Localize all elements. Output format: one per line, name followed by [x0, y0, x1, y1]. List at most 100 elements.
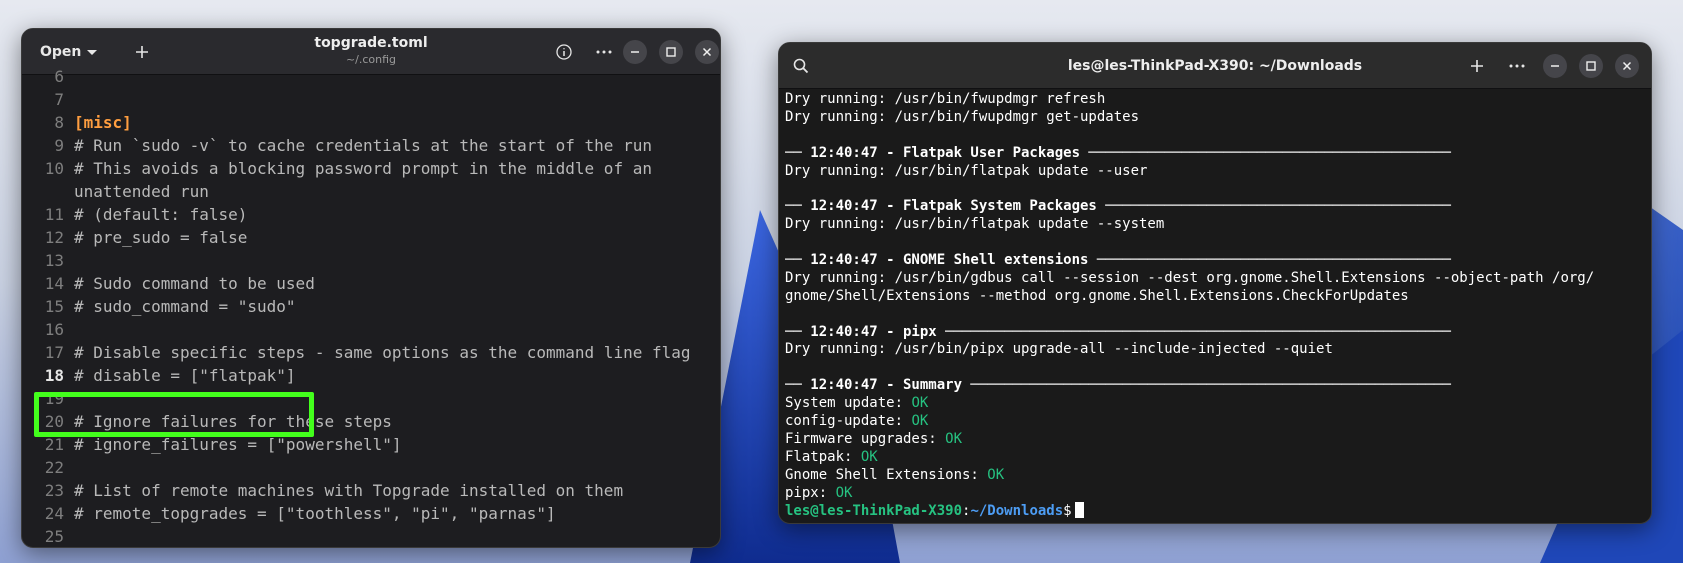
terminal-headerbar: les@les-ThinkPad-X390: ~/Downloads: [779, 43, 1651, 89]
output-line: Dry running: /usr/bin/flatpak update --u…: [785, 162, 1148, 179]
editor-line[interactable]: 15 # sudo_command = "sudo": [22, 295, 720, 318]
maximize-button[interactable]: [659, 40, 683, 64]
output-line: gnome/Shell/Extensions --method org.gnom…: [785, 287, 1409, 304]
step-header: ── 12:40:47 - Flatpak System Packages ──…: [785, 198, 1451, 215]
status-badge: OK: [860, 448, 878, 465]
terminal-menu-button[interactable]: [1503, 52, 1531, 80]
step-header: ── 12:40:47 - Summary ──────────────────…: [785, 377, 1451, 394]
plus-icon: [1471, 60, 1483, 72]
editor-line[interactable]: 8 [misc]: [22, 111, 720, 134]
line-number: 10: [44, 159, 64, 178]
editor-line[interactable]: 10 # This avoids a blocking password prom…: [22, 157, 720, 180]
new-tab-button[interactable]: [1463, 52, 1491, 80]
text-editor-window: Open topgrade.toml ~/.config 6 7 8 [misc] 9 #…: [21, 28, 721, 548]
more-dots-icon: [1509, 64, 1525, 68]
main-menu-button[interactable]: [590, 38, 618, 66]
output-line: Dry running: /usr/bin/flatpak update --s…: [785, 216, 1165, 233]
line-text: # remote_topgrades = ["toothless", "pi",…: [74, 504, 556, 523]
minimize-button[interactable]: [623, 40, 647, 64]
summary-row: System update: OK: [785, 395, 1645, 413]
line-text: # Sudo command to be used: [74, 274, 315, 293]
line-number: 18: [44, 366, 64, 385]
summary-row: Firmware upgrades: OK: [785, 431, 1645, 449]
prompt-symbol: $: [1063, 503, 1072, 520]
maximize-icon: [1586, 61, 1596, 71]
line-number: 6: [54, 67, 64, 86]
editor-line[interactable]: 21 # ignore_failures = ["powershell"]: [22, 433, 720, 456]
document-info-button[interactable]: [550, 38, 578, 66]
minimize-button[interactable]: [1543, 54, 1567, 78]
step-header: ── 12:40:47 - GNOME Shell extensions ───…: [785, 252, 1451, 269]
line-number: 19: [44, 389, 64, 408]
search-button[interactable]: [787, 52, 815, 80]
shell-prompt[interactable]: les@les-ThinkPad-X390:~/Downloads$: [785, 502, 1645, 520]
summary-label: Firmware upgrades:: [785, 430, 946, 447]
editor-line[interactable]: 19: [22, 387, 720, 410]
editor-line[interactable]: 16: [22, 318, 720, 341]
plus-icon: [136, 46, 148, 58]
status-badge: OK: [945, 430, 963, 447]
output-line: Dry running: /usr/bin/fwupdmgr get-updat…: [785, 108, 1140, 125]
open-button-label: Open: [40, 44, 82, 60]
terminal-window: les@les-ThinkPad-X390: ~/Downloads Dry r…: [778, 42, 1652, 524]
line-number: 24: [44, 504, 64, 523]
summary-label: config-update:: [785, 413, 912, 430]
summary-row: Gnome Shell Extensions: OK: [785, 467, 1645, 485]
editor-line[interactable]: 9 # Run `sudo -v` to cache credentials at…: [22, 134, 720, 157]
line-number: 11: [44, 205, 64, 224]
maximize-icon: [666, 47, 676, 57]
chevron-down-icon: [87, 49, 98, 55]
editor-line[interactable]: 23 # List of remote machines with Topgrad…: [22, 479, 720, 502]
editor-line[interactable]: 11 # (default: false): [22, 203, 720, 226]
close-button[interactable]: [695, 40, 719, 64]
line-number: 14: [44, 274, 64, 293]
close-icon: [702, 47, 712, 57]
summary-row: pipx: OK: [785, 485, 1645, 503]
close-button[interactable]: [1615, 54, 1639, 78]
output-line: Dry running: /usr/bin/gdbus call --sessi…: [785, 269, 1595, 286]
summary-label: pipx:: [785, 484, 836, 501]
editor-line[interactable]: 22: [22, 456, 720, 479]
line-number: 9: [54, 136, 64, 155]
new-tab-button[interactable]: [128, 38, 156, 66]
editor-line[interactable]: 20 # Ignore failures for these steps: [22, 410, 720, 433]
close-icon: [1622, 61, 1632, 71]
line-text: # pre_sudo = false: [74, 228, 248, 247]
editor-line[interactable]: 18 # disable = ["flatpak"]: [22, 364, 720, 387]
minimize-icon: [1551, 65, 1559, 67]
editor-line[interactable]: 7: [22, 88, 720, 111]
editor-line[interactable]: 24 # remote_topgrades = ["toothless", "pi…: [22, 502, 720, 525]
open-button[interactable]: Open: [32, 38, 105, 66]
step-header: ── 12:40:47 - Flatpak User Packages ────…: [785, 144, 1451, 161]
line-number: 22: [44, 458, 64, 477]
line-number: 16: [44, 320, 64, 339]
line-text: # sudo_command = "sudo": [74, 297, 296, 316]
summary-label: Gnome Shell Extensions:: [785, 466, 988, 483]
editor-line[interactable]: 13: [22, 249, 720, 272]
prompt-path: ~/Downloads: [970, 503, 1064, 520]
line-number: 12: [44, 228, 64, 247]
editor-line[interactable]: 14 # Sudo command to be used: [22, 272, 720, 295]
editor-line[interactable]: unattended run: [22, 180, 720, 203]
line-text: [misc]: [74, 113, 132, 132]
editor-line[interactable]: 12 # pre_sudo = false: [22, 226, 720, 249]
line-text: # Ignore failures for these steps: [74, 412, 392, 431]
summary-row: config-update: OK: [785, 413, 1645, 431]
terminal-output[interactable]: Dry running: /usr/bin/fwupdmgr refresh Dr…: [785, 91, 1645, 523]
editor-line[interactable]: 17 # Disable specific steps - same option…: [22, 341, 720, 364]
prompt-user: les@les-ThinkPad-X390: [785, 503, 963, 520]
line-text: # Disable specific steps - same options …: [74, 343, 691, 362]
line-number: 15: [44, 297, 64, 316]
minimize-icon: [631, 51, 639, 53]
line-text: unattended run: [74, 182, 209, 201]
editor-line[interactable]: 25: [22, 525, 720, 547]
line-number: 13: [44, 251, 64, 270]
maximize-button[interactable]: [1579, 54, 1603, 78]
editor-text-area[interactable]: 6 7 8 [misc] 9 # Run `sudo -v` to cache crede…: [22, 67, 720, 547]
editor-line[interactable]: 6: [22, 65, 720, 88]
line-text: # Run `sudo -v` to cache credentials at …: [74, 136, 652, 155]
text-cursor: [1074, 502, 1084, 519]
